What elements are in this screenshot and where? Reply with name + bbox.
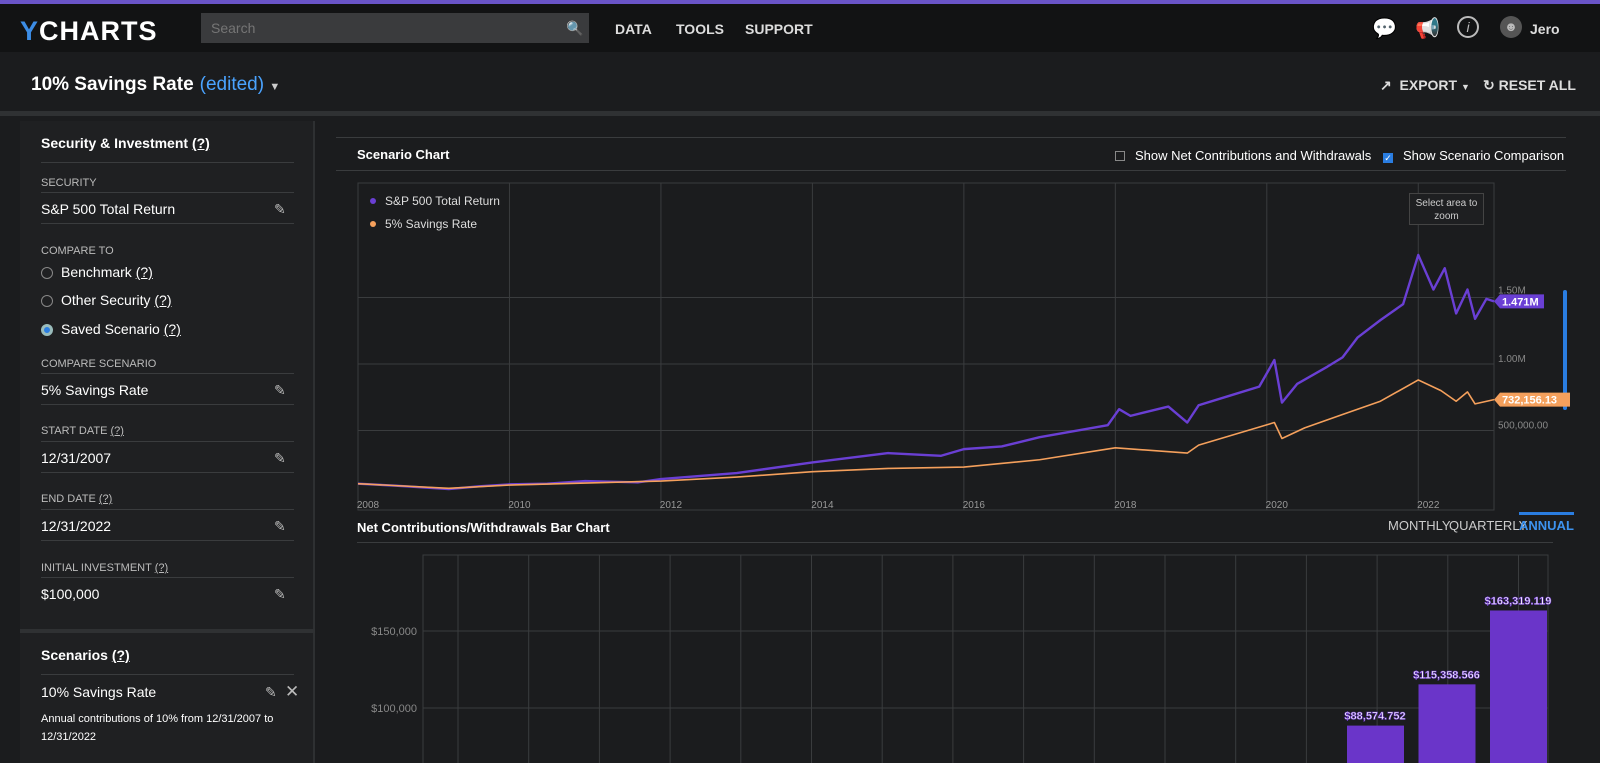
x-tick-label: 2016 <box>963 500 986 511</box>
x-tick-label: 2008 <box>357 500 380 511</box>
legend-label: 5% Savings Rate <box>385 217 477 231</box>
plot-border <box>357 182 1495 511</box>
bar-value-label: $163,319.119 <box>1485 595 1552 607</box>
bar-2021 <box>1418 684 1476 763</box>
last-value-label: 732,156.13 <box>1502 395 1557 407</box>
x-tick-label: 2012 <box>660 500 683 511</box>
bar-y-tick-label: $150,000 <box>371 626 417 638</box>
bar-2020 <box>1347 725 1404 763</box>
y-tick-label: 500,000.00 <box>1498 421 1548 432</box>
bar-value-label: $88,574.752 <box>1344 711 1405 723</box>
scenario-chart[interactable]: 2008 2010 2012 2014 2016 2018 2020 2022 500,000.… <box>0 0 1600 763</box>
bar-2022 <box>1490 610 1547 763</box>
tab-annual[interactable]: ANNUAL <box>1519 512 1574 533</box>
legend-marker <box>370 221 376 227</box>
last-value-label: 1.471M <box>1502 296 1539 308</box>
x-tick-label: 2022 <box>1417 500 1440 511</box>
y-tick-label: 1.00M <box>1498 354 1526 365</box>
zoom-hint: Select area to zoom <box>1409 193 1484 225</box>
tab-quarterly[interactable]: QUARTERLY <box>1449 518 1527 533</box>
legend-marker <box>370 198 376 204</box>
x-tick-label: 2010 <box>508 500 531 511</box>
series-line-1 <box>357 379 1495 490</box>
bar-chart-title: Net Contributions/Withdrawals Bar Chart <box>357 520 610 535</box>
x-tick-label: 2020 <box>1266 500 1289 511</box>
bar-y-tick-label: $100,000 <box>371 703 417 715</box>
series-line-0 <box>357 253 1495 491</box>
legend-label: S&P 500 Total Return <box>385 194 500 208</box>
bar-value-label: $115,358.566 <box>1413 669 1480 681</box>
x-tick-label: 2014 <box>811 500 834 511</box>
x-tick-label: 2018 <box>1114 500 1137 511</box>
tab-monthly[interactable]: MONTHLY <box>1388 518 1451 533</box>
